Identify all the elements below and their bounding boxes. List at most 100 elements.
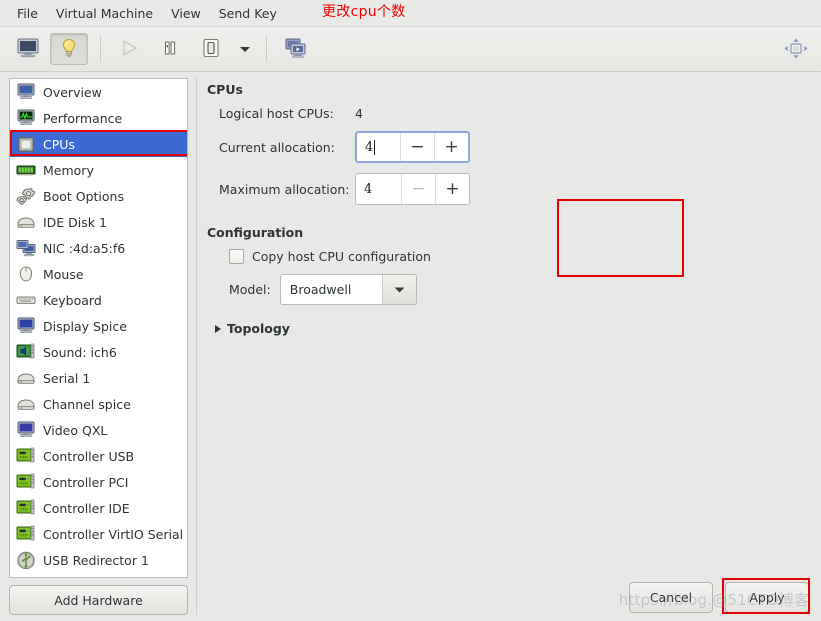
sidebar-item-label: Mouse [43,266,84,282]
menu-virtual-machine[interactable]: Virtual Machine [47,3,162,24]
copy-host-cpu-checkbox[interactable] [229,249,244,264]
fullscreen-button[interactable] [783,38,809,62]
run-button[interactable] [110,33,148,65]
pause-icon [159,37,181,62]
sidebar-item-label: IDE Disk 1 [43,214,107,230]
show-details-button[interactable] [50,33,88,65]
annotation-text: 更改cpu个数 [322,4,406,20]
toolbar [0,27,821,72]
toolbar-separator-1 [100,36,101,62]
monitor-icon [16,37,40,61]
logical-host-cpus-label: Logical host CPUs: [219,106,334,121]
cpu-settings-panel: CPUs Logical host CPUs: 4 Current alloca… [197,72,821,621]
controller-card-icon [15,472,37,492]
topology-expander[interactable]: Topology [215,321,807,336]
network-card-icon [15,238,37,258]
configuration-title: Configuration [207,225,304,240]
menu-view[interactable]: View [162,3,210,24]
video-card-icon [15,420,37,440]
sidebar-item-label: Memory [43,162,94,178]
model-value: Broadwell [289,282,352,297]
sidebar-item-controller-usb[interactable]: Controller USB [10,443,187,469]
current-allocation-label: Current allocation: [219,139,335,155]
sidebar-item-label: Controller PCI [43,474,129,490]
sidebar-item-sound-ich6[interactable]: Sound: ich6 [10,339,187,365]
sidebar-item-label: Serial 1 [43,370,91,386]
current-allocation-row: Current allocation: 4 − + [207,131,807,163]
toolbar-separator-2 [266,36,267,62]
sidebar-item-label: Keyboard [43,292,102,308]
hardware-list[interactable]: Overview Performance CPUs Memory Boot Option… [9,78,188,578]
sidebar-item-serial-1[interactable]: Serial 1 [10,365,187,391]
copy-host-cpu-row[interactable]: Copy host CPU configuration [229,249,807,264]
show-console-button[interactable] [9,33,47,65]
mouse-icon [15,264,37,284]
harddisk-icon [15,212,37,232]
model-combobox[interactable]: Broadwell [279,274,417,305]
sidebar-item-display-spice[interactable]: Display Spice [10,313,187,339]
sidebar-item-controller-virtio-serial[interactable]: Controller VirtIO Serial [10,521,187,547]
sidebar-item-controller-pci[interactable]: Controller PCI [10,469,187,495]
serial-port-icon [15,368,37,388]
pause-button[interactable] [151,33,189,65]
shutdown-menu-button[interactable] [233,34,257,64]
sidebar-item-channel-spice[interactable]: Channel spice [10,391,187,417]
logical-host-cpus-row: Logical host CPUs: 4 [207,106,807,121]
sidebar-item-performance[interactable]: Performance [10,105,187,131]
model-label: Model: [229,282,271,297]
sidebar-item-keyboard[interactable]: Keyboard [10,287,187,313]
current-allocation-spinner[interactable]: 4 − + [355,131,470,163]
current-allocation-input[interactable]: 4 [357,133,400,161]
display-icon [15,316,37,336]
current-allocation-minus-button[interactable]: − [400,133,434,161]
text-caret [374,139,376,155]
copy-host-cpu-label: Copy host CPU configuration [252,249,431,264]
topology-label: Topology [227,321,290,336]
sidebar-item-label: Performance [43,110,123,126]
sidebar-item-boot-options[interactable]: Boot Options [10,183,187,209]
sidebar-item-label: USB Redirector 1 [43,552,149,568]
sidebar-item-label: Controller IDE [43,500,130,516]
sidebar-item-label: Controller USB [43,448,135,464]
sidebar-item-controller-ide[interactable]: Controller IDE [10,495,187,521]
controller-card-icon [15,446,37,466]
sidebar-item-mouse[interactable]: Mouse [10,261,187,287]
current-allocation-value: 4 [365,139,374,155]
overview-monitor-icon [15,82,37,102]
sidebar-item-overview[interactable]: Overview [10,79,187,105]
gears-icon [15,186,37,206]
performance-graph-icon [15,108,37,128]
maximum-allocation-minus-button[interactable]: − [401,174,435,204]
menu-file[interactable]: File [8,3,47,24]
resize-vm-icon [783,37,809,64]
menu-send-key[interactable]: Send Key [210,3,286,24]
cancel-button[interactable]: Cancel [629,582,713,613]
sidebar-item-usb-redirector-1[interactable]: USB Redirector 1 [10,547,187,573]
sidebar-item-label: Video QXL [43,422,108,438]
sound-card-icon [15,342,37,362]
apply-button[interactable]: Apply [725,582,809,613]
dialog-buttons: Cancel Apply [617,578,810,614]
sidebar-item-video-qxl[interactable]: Video QXL [10,417,187,443]
sidebar-item-nic-4d-a5-f6[interactable]: NIC :4d:a5:f6 [10,235,187,261]
snapshots-icon [283,37,308,62]
sidebar-item-cpus[interactable]: CPUs [10,131,187,157]
maximum-allocation-input[interactable]: 4 [356,174,401,204]
current-allocation-plus-button[interactable]: + [434,133,468,161]
maximum-allocation-plus-button[interactable]: + [435,174,469,204]
sidebar-item-memory[interactable]: Memory [10,157,187,183]
add-hardware-button[interactable]: Add Hardware [9,585,188,615]
sidebar-item-label: Display Spice [43,318,127,334]
sidebar-item-ide-disk-1[interactable]: IDE Disk 1 [10,209,187,235]
triangle-right-icon [215,324,221,333]
usb-icon [15,550,37,570]
maximum-allocation-value: 4 [364,181,373,197]
shutdown-button[interactable] [192,33,230,65]
maximum-allocation-spinner[interactable]: 4 − + [355,173,470,205]
model-dropdown-button[interactable] [381,275,416,304]
cancel-label: Cancel [649,590,693,605]
sidebar-item-label: Overview [43,84,102,100]
snapshots-button[interactable] [276,33,314,65]
chevron-down-icon [238,42,252,57]
lightbulb-icon [58,37,80,62]
